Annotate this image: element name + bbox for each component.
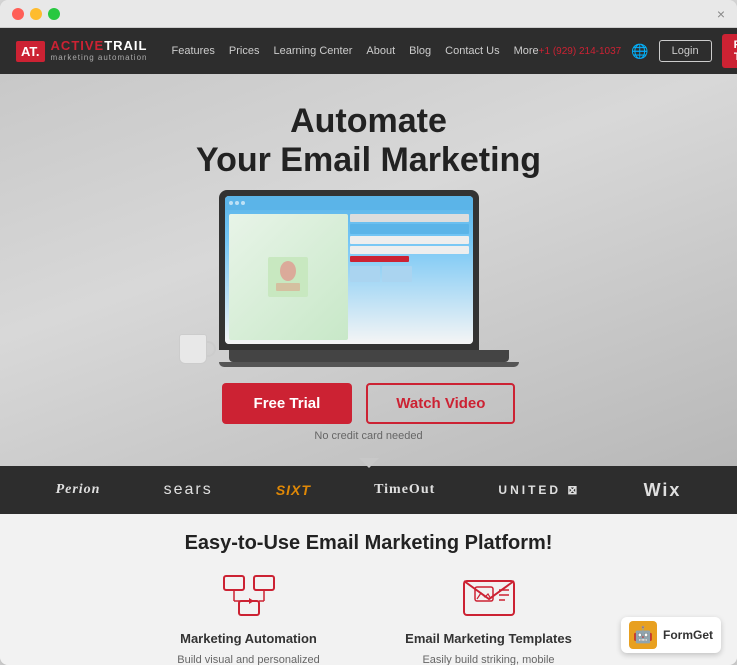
no-credit-card-text: No credit card needed — [20, 430, 717, 442]
screen-product-image — [229, 214, 348, 340]
strip-arrow — [359, 458, 379, 468]
nav-right: +1 (929) 214-1037 🌐 Login Free Trial — [539, 34, 737, 68]
screen-item-2 — [350, 224, 469, 234]
feature-marketing-automation: Marketing Automation Build visual and pe… — [159, 571, 339, 665]
headline-line1: Automate — [290, 102, 447, 140]
hero-section: Automate Your Email Marketing — [0, 74, 737, 466]
logo-initials: AT. — [16, 41, 45, 62]
feature-2-desc: Easily build striking, mobile responsive… — [399, 652, 579, 665]
maximize-button[interactable] — [48, 8, 60, 20]
logo-brand-active: ACTIVE — [51, 38, 105, 53]
title-bar: × — [0, 0, 737, 28]
nav-contact[interactable]: Contact Us — [445, 45, 499, 57]
brand-timeout: TimeOut — [374, 482, 435, 498]
features-title: Easy-to-Use Email Marketing Platform! — [20, 532, 717, 555]
logo-brand-trail: TRAIL — [104, 38, 147, 53]
watch-video-button[interactable]: Watch Video — [366, 383, 515, 424]
screen-item-3 — [350, 236, 469, 244]
close-button[interactable] — [12, 8, 24, 20]
hero-buttons: Free Trial Watch Video — [20, 383, 717, 424]
free-trial-button[interactable]: Free Trial — [222, 383, 353, 424]
screen-topbar — [225, 196, 473, 210]
screen-dot-1 — [229, 201, 233, 205]
nav-blog[interactable]: Blog — [409, 45, 431, 57]
laptop-illustration — [219, 190, 519, 367]
feature-1-name: Marketing Automation — [159, 631, 339, 646]
hero-headline: Automate Your Email Marketing — [20, 102, 717, 180]
feature-2-name: Email Marketing Templates — [399, 631, 579, 646]
logo-text: ACTIVETRAIL marketing automation — [51, 39, 148, 62]
brand-wix: Wix — [644, 480, 682, 501]
nav-prices[interactable]: Prices — [229, 45, 260, 57]
mug-body — [179, 334, 207, 364]
screen-thumb-2 — [382, 266, 412, 282]
screen-items — [350, 214, 469, 340]
brand-united: UNITED ⊠ — [498, 483, 580, 497]
email-templates-icon — [459, 571, 519, 621]
logo-strip: Perion sears SIXT TimeOut UNITED ⊠ Wix — [0, 466, 737, 514]
laptop-foot — [219, 362, 519, 367]
logo-brand: ACTIVETRAIL — [51, 39, 148, 53]
feature-1-desc: Build visual and personalized automated … — [159, 652, 339, 665]
screen-dot-3 — [241, 201, 245, 205]
nav-more[interactable]: More — [514, 45, 539, 57]
screen-inner — [225, 196, 473, 344]
logo-strip-wrapper: Perion sears SIXT TimeOut UNITED ⊠ Wix — [0, 466, 737, 514]
logo-sub: marketing automation — [51, 54, 148, 63]
laptop-screen — [225, 196, 473, 344]
marketing-automation-icon — [219, 571, 279, 621]
features-grid: Marketing Automation Build visual and pe… — [20, 571, 717, 665]
mug-handle — [206, 341, 216, 357]
navbar: AT. ACTIVETRAIL marketing automation Fea… — [0, 28, 737, 74]
phone-number: +1 (929) 214-1037 — [539, 46, 622, 57]
logo: AT. ACTIVETRAIL marketing automation — [16, 39, 148, 62]
screen-item-4 — [350, 246, 469, 254]
screen-item-btn — [350, 256, 410, 262]
window-controls — [12, 8, 60, 20]
nav-links: Features Prices Learning Center About Bl… — [172, 45, 539, 57]
screen-thumb-1 — [350, 266, 380, 282]
screen-dot-2 — [235, 201, 239, 205]
formget-robot-icon: 🤖 — [629, 621, 657, 649]
brand-sixt: SIXT — [276, 482, 311, 498]
globe-icon[interactable]: 🌐 — [631, 43, 648, 60]
laptop-body — [219, 190, 479, 350]
nav-learning[interactable]: Learning Center — [273, 45, 352, 57]
nav-features[interactable]: Features — [172, 45, 215, 57]
mug-illustration — [179, 334, 214, 372]
screen-item-1 — [350, 214, 469, 222]
window-close-icon[interactable]: × — [717, 6, 725, 22]
screen-content — [225, 210, 473, 344]
laptop-base — [229, 350, 509, 362]
feature-email-templates: Email Marketing Templates Easily build s… — [399, 571, 579, 665]
browser-window: × AT. ACTIVETRAIL marketing automation F… — [0, 0, 737, 665]
browser-content: AT. ACTIVETRAIL marketing automation Fea… — [0, 28, 737, 665]
brand-sears: sears — [164, 481, 213, 499]
formget-label: FormGet — [663, 628, 713, 642]
login-button[interactable]: Login — [659, 40, 712, 62]
headline-line2: Your Email Marketing — [196, 141, 541, 179]
brand-perion: Perion — [56, 482, 101, 498]
minimize-button[interactable] — [30, 8, 42, 20]
nav-about[interactable]: About — [366, 45, 395, 57]
formget-badge[interactable]: 🤖 FormGet — [621, 617, 721, 653]
nav-trial-button[interactable]: Free Trial — [722, 34, 737, 68]
